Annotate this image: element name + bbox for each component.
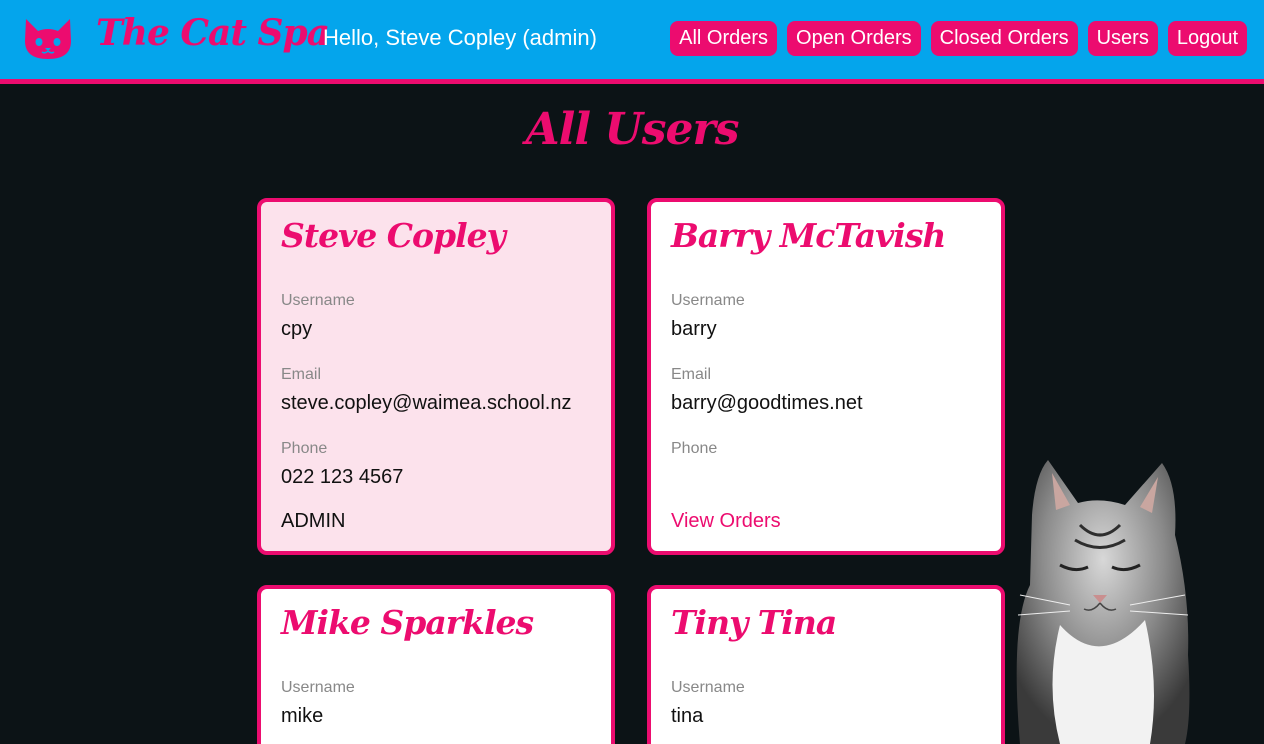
email-label: Email (671, 366, 712, 383)
role-badge: ADMIN (281, 510, 346, 532)
brand-logo-text[interactable]: The Cat Spa (96, 12, 330, 54)
username-value: barry (671, 318, 717, 340)
email-label: Email (281, 366, 322, 383)
username-value: cpy (281, 318, 313, 340)
username-label: Username (671, 292, 745, 309)
username-value: tina (671, 705, 704, 727)
user-card-tina: Tiny Tina Username tina (647, 585, 1005, 744)
main-nav: All Orders Open Orders Closed Orders Use… (670, 21, 1247, 56)
nav-closed-orders-button[interactable]: Closed Orders (930, 21, 1078, 56)
email-value: steve.copley@waimea.school.nz (281, 392, 572, 414)
nav-logout-button[interactable]: Logout (1167, 21, 1247, 56)
email-value: barry@goodtimes.net (671, 392, 863, 414)
phone-value (671, 466, 981, 490)
username-label: Username (671, 679, 745, 696)
page-title: All Users (525, 104, 740, 155)
username-label: Username (281, 679, 355, 696)
username-label: Username (281, 292, 355, 309)
phone-label: Phone (671, 440, 718, 457)
site-header: The Cat Spa Hello, Steve Copley (admin) … (0, 0, 1264, 84)
nav-users-button[interactable]: Users (1087, 21, 1158, 56)
nav-all-orders-button[interactable]: All Orders (670, 21, 778, 56)
view-orders-link[interactable]: View Orders (671, 510, 781, 534)
username-value: mike (281, 705, 324, 727)
cat-photo (1016, 460, 1190, 744)
user-card-mike: Mike Sparkles Username mike (257, 585, 615, 744)
user-name: Steve Copley (281, 216, 506, 255)
nav-open-orders-button[interactable]: Open Orders (787, 21, 921, 56)
user-card-barry: Barry McTavish Username barry Email barr… (647, 198, 1005, 555)
user-name: Mike Sparkles (281, 603, 534, 642)
user-card-steve: Steve Copley Username cpy Email steve.co… (257, 198, 615, 555)
user-greeting: Hello, Steve Copley (admin) (323, 25, 597, 50)
phone-value: 022 123 4567 (281, 466, 404, 488)
phone-label: Phone (281, 440, 328, 457)
cat-face-icon[interactable] (22, 17, 74, 61)
user-name: Barry McTavish (671, 216, 946, 255)
user-name: Tiny Tina (671, 603, 837, 642)
